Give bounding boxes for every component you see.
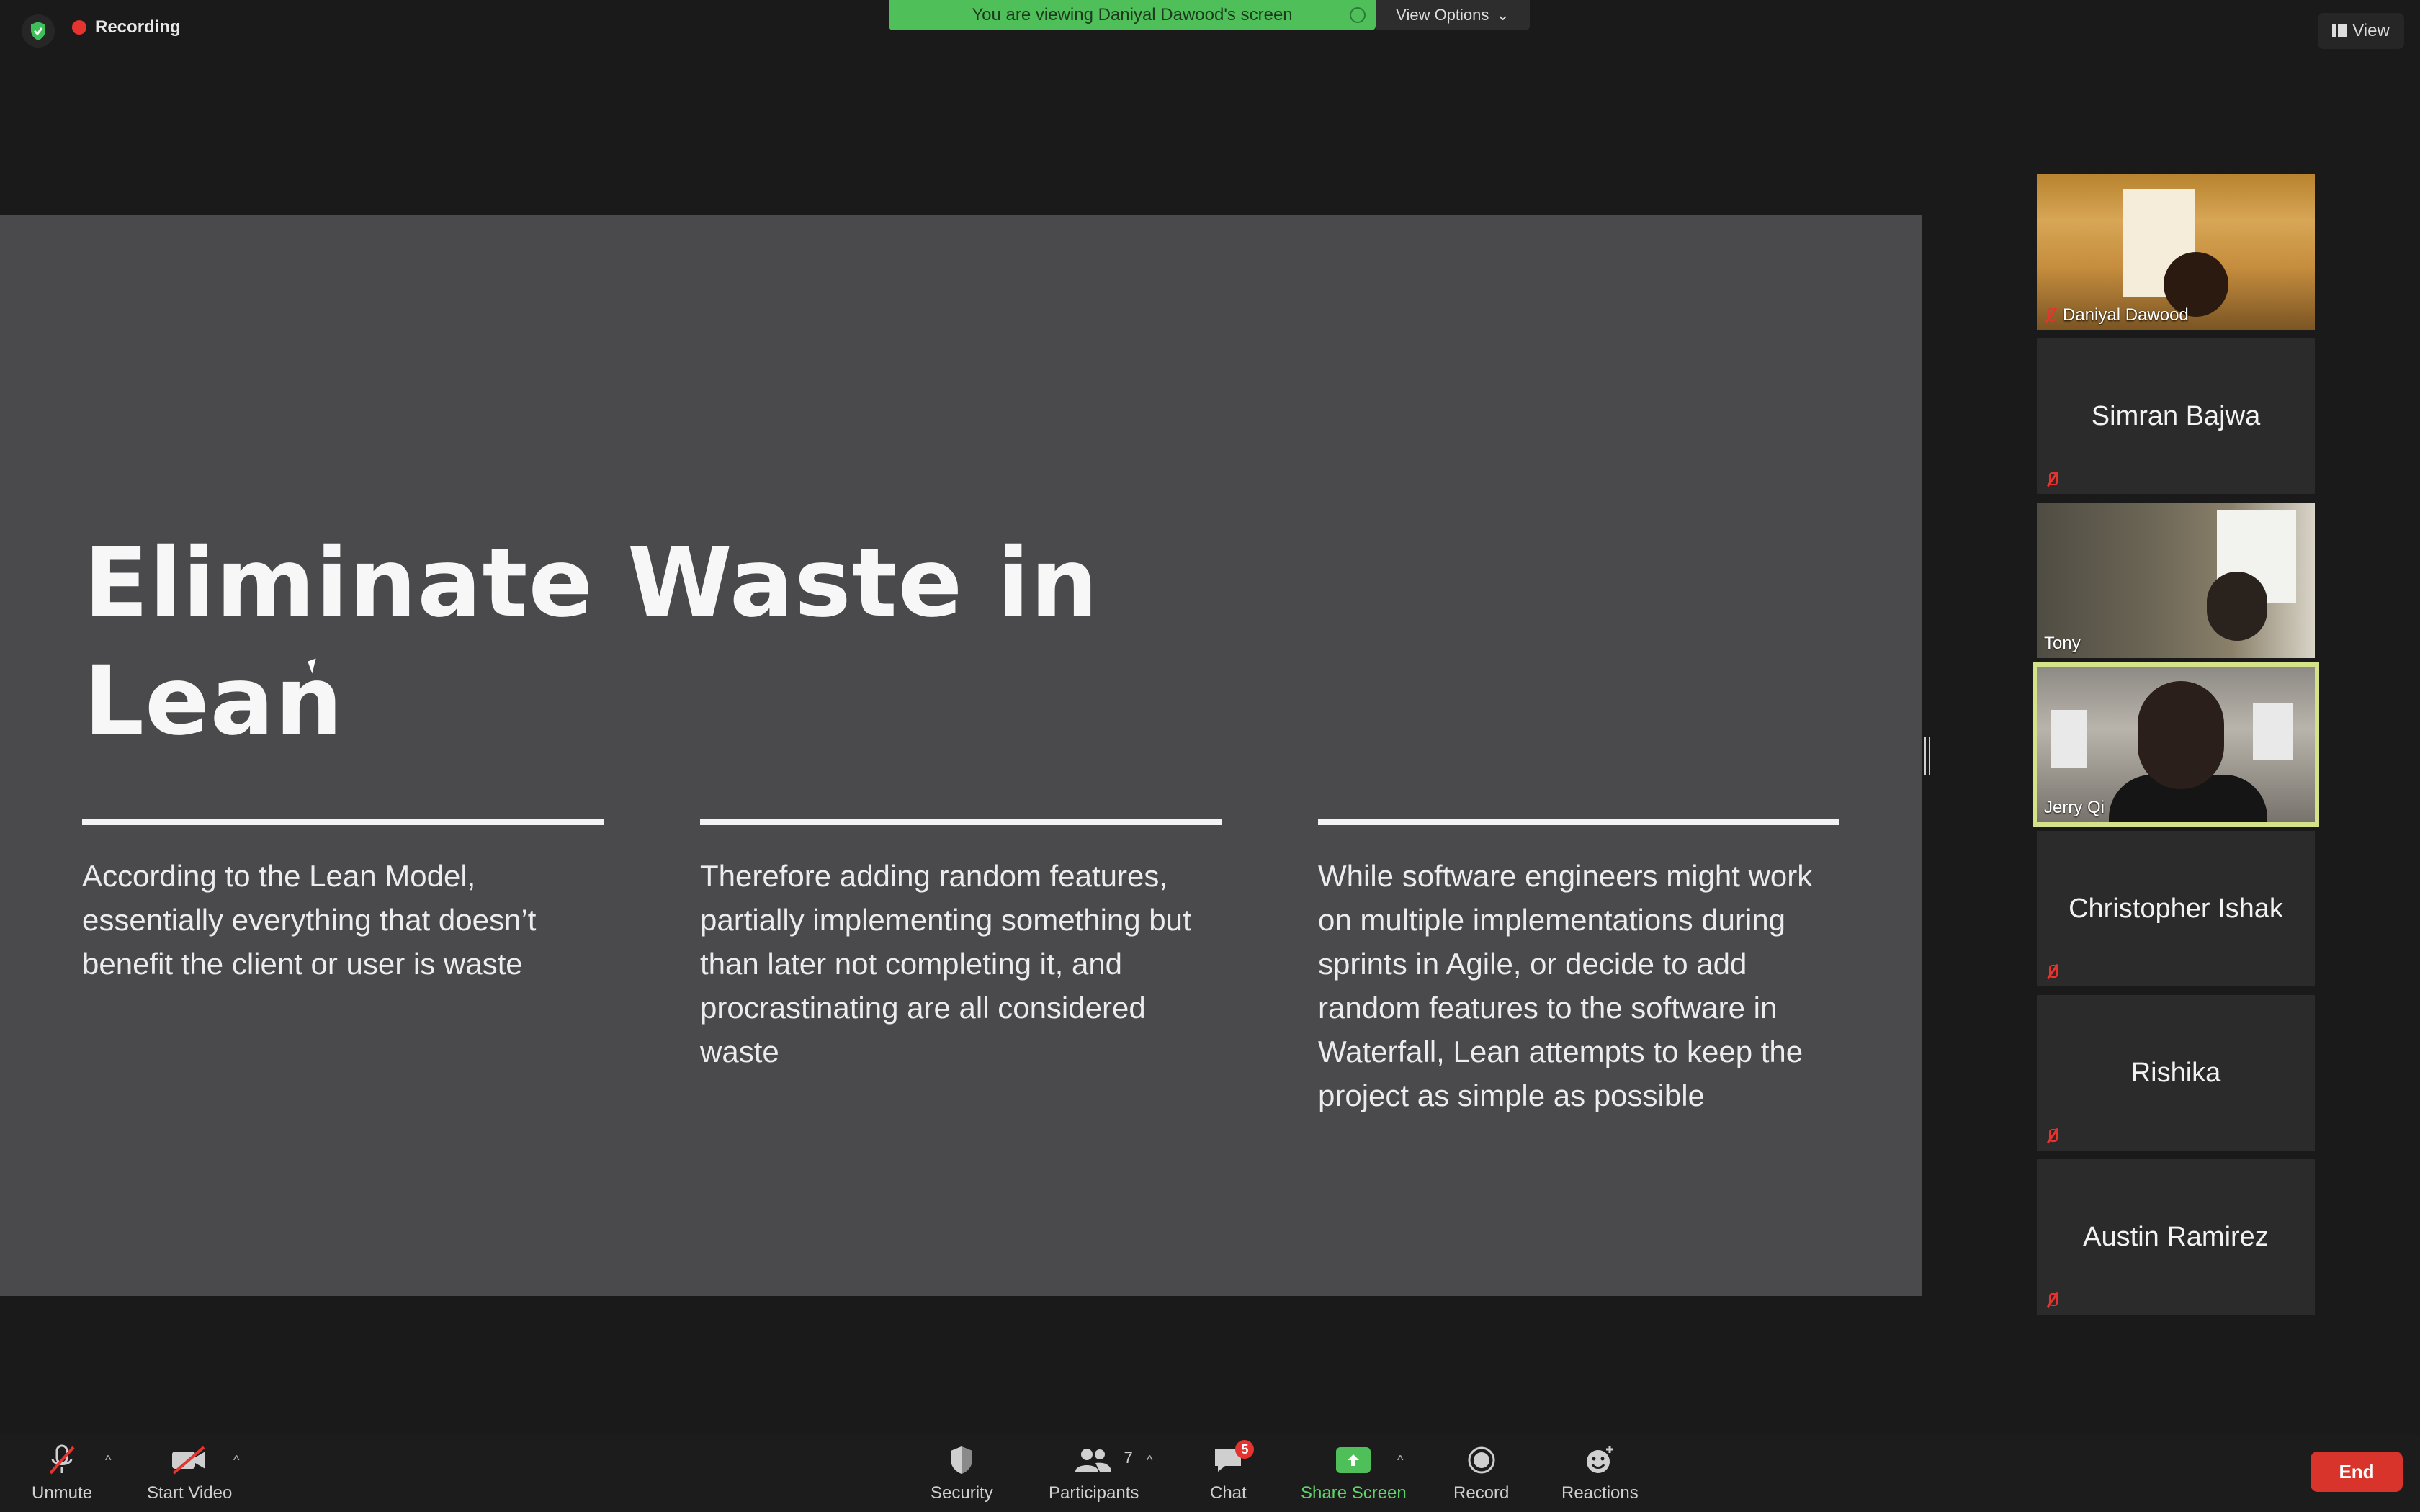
slide-title-line2: Lean [84, 646, 344, 757]
screen-share-banner: You are viewing Daniyal Dawood's screen [889, 0, 1376, 30]
mic-muted-icon [2045, 471, 2058, 488]
banner-text: You are viewing Daniyal Dawood's screen [972, 5, 1293, 24]
participant-tile-austin[interactable]: Austin Ramirez [2037, 1159, 2315, 1315]
recording-label: Recording [95, 17, 181, 37]
shield-icon [949, 1443, 974, 1477]
mic-muted-icon [2045, 1292, 2058, 1309]
meeting-toolbar: Unmute ^ Start Video ^ Security 7 Partic… [0, 1434, 2420, 1512]
slide-title: Eliminate Waste in Lean [84, 524, 1164, 760]
view-options-button[interactable]: View Options ⌄ [1376, 0, 1530, 30]
participant-name: Austin Ramirez [2083, 1221, 2269, 1252]
mic-muted-icon [2045, 963, 2058, 981]
column-divider [82, 819, 604, 825]
reactions-label: Reactions [1561, 1483, 1639, 1503]
participants-options-caret-icon[interactable]: ^ [1147, 1453, 1152, 1468]
column-divider [700, 819, 1222, 825]
slide-column-2: Therefore adding random features, partia… [700, 819, 1222, 1074]
participants-button[interactable]: 7 Participants [1049, 1443, 1139, 1503]
layout-icon [2332, 24, 2347, 37]
slide-column-1: According to the Lean Model, essentially… [82, 819, 604, 986]
security-label: Security [931, 1483, 993, 1503]
status-circle-icon [1350, 7, 1366, 23]
panel-resize-handle[interactable] [1924, 737, 1930, 775]
participant-tile-christopher[interactable]: Christopher Ishak [2037, 831, 2315, 986]
view-label: View [2352, 21, 2390, 40]
share-screen-arrow-icon [1336, 1447, 1371, 1473]
participant-tile-simran[interactable]: Simran Bajwa [2037, 338, 2315, 494]
participant-label: Tony [2044, 634, 2081, 654]
chat-label: Chat [1210, 1483, 1247, 1503]
unmute-label: Unmute [32, 1483, 93, 1503]
chat-bubble-icon: 5 [1212, 1440, 1255, 1477]
record-icon [1467, 1443, 1496, 1477]
share-screen-icon [1336, 1443, 1371, 1477]
shared-screen-slide: Eliminate Waste in Lean According to the… [0, 215, 1922, 1296]
mic-muted-icon [2044, 307, 2057, 324]
chevron-down-icon: ⌄ [1496, 6, 1510, 24]
reactions-button[interactable]: Reactions [1561, 1443, 1639, 1503]
slide-column-3: While software engineers might work on m… [1318, 819, 1839, 1117]
start-video-label: Start Video [147, 1483, 233, 1503]
video-camera-off-icon [171, 1443, 208, 1477]
smiley-plus-icon [1584, 1443, 1615, 1477]
start-video-button[interactable]: Start Video [147, 1443, 232, 1503]
chat-unread-badge: 5 [1235, 1440, 1255, 1459]
participants-count: 7 [1124, 1449, 1133, 1467]
unmute-button[interactable]: Unmute [32, 1443, 92, 1503]
participant-name: Christopher Ishak [2069, 893, 2283, 924]
view-options-label: View Options [1396, 6, 1489, 24]
recording-indicator[interactable]: Recording [72, 17, 181, 37]
video-feed [2051, 710, 2087, 768]
share-screen-button[interactable]: Share Screen [1301, 1443, 1407, 1503]
microphone-muted-icon [48, 1443, 76, 1477]
end-meeting-button[interactable]: End [2311, 1452, 2403, 1492]
participant-name: Rishika [2130, 1057, 2221, 1088]
security-shield-icon[interactable] [22, 14, 55, 48]
participant-label: Jerry Qi [2044, 798, 2105, 818]
participant-label: Daniyal Dawood [2044, 305, 2189, 325]
share-screen-label: Share Screen [1301, 1483, 1407, 1503]
participants-label: Participants [1049, 1483, 1139, 1503]
participants-icon: 7 [1074, 1443, 1133, 1477]
chat-button[interactable]: 5 Chat [1210, 1440, 1255, 1503]
participant-tile-daniyal[interactable]: Daniyal Dawood [2037, 174, 2315, 330]
audio-options-caret-icon[interactable]: ^ [105, 1453, 111, 1468]
participant-tile-rishika[interactable]: Rishika [2037, 995, 2315, 1151]
record-label: Record [1453, 1483, 1510, 1503]
video-feed-person [2207, 572, 2267, 641]
view-button[interactable]: View [2318, 13, 2404, 49]
video-feed [2253, 703, 2293, 760]
security-button[interactable]: Security [931, 1443, 993, 1503]
top-bar: Recording You are viewing Daniyal Dawood… [0, 0, 2420, 65]
recording-dot-icon [72, 20, 86, 35]
column-text-3: While software engineers might work on m… [1318, 859, 1813, 1112]
column-text-2: Therefore adding random features, partia… [700, 859, 1191, 1068]
participant-tile-jerry-active-speaker[interactable]: Jerry Qi [2033, 662, 2319, 827]
video-options-caret-icon[interactable]: ^ [233, 1453, 239, 1468]
column-divider [1318, 819, 1839, 825]
participant-name: Daniyal Dawood [2063, 305, 2189, 325]
column-text-1: According to the Lean Model, essentially… [82, 859, 537, 981]
participant-tile-tony[interactable]: Tony [2037, 503, 2315, 658]
participant-gallery: Daniyal Dawood Simran Bajwa Tony Jerry Q… [2033, 174, 2319, 1323]
record-button[interactable]: Record [1453, 1443, 1509, 1503]
slide-title-line1: Eliminate Waste in [84, 528, 1099, 639]
video-feed-person [2138, 681, 2224, 789]
participant-name: Tony [2044, 634, 2081, 653]
mic-muted-icon [2045, 1128, 2058, 1145]
share-options-caret-icon[interactable]: ^ [1397, 1453, 1403, 1468]
participant-name: Jerry Qi [2044, 798, 2105, 817]
participant-name: Simran Bajwa [2091, 400, 2261, 431]
